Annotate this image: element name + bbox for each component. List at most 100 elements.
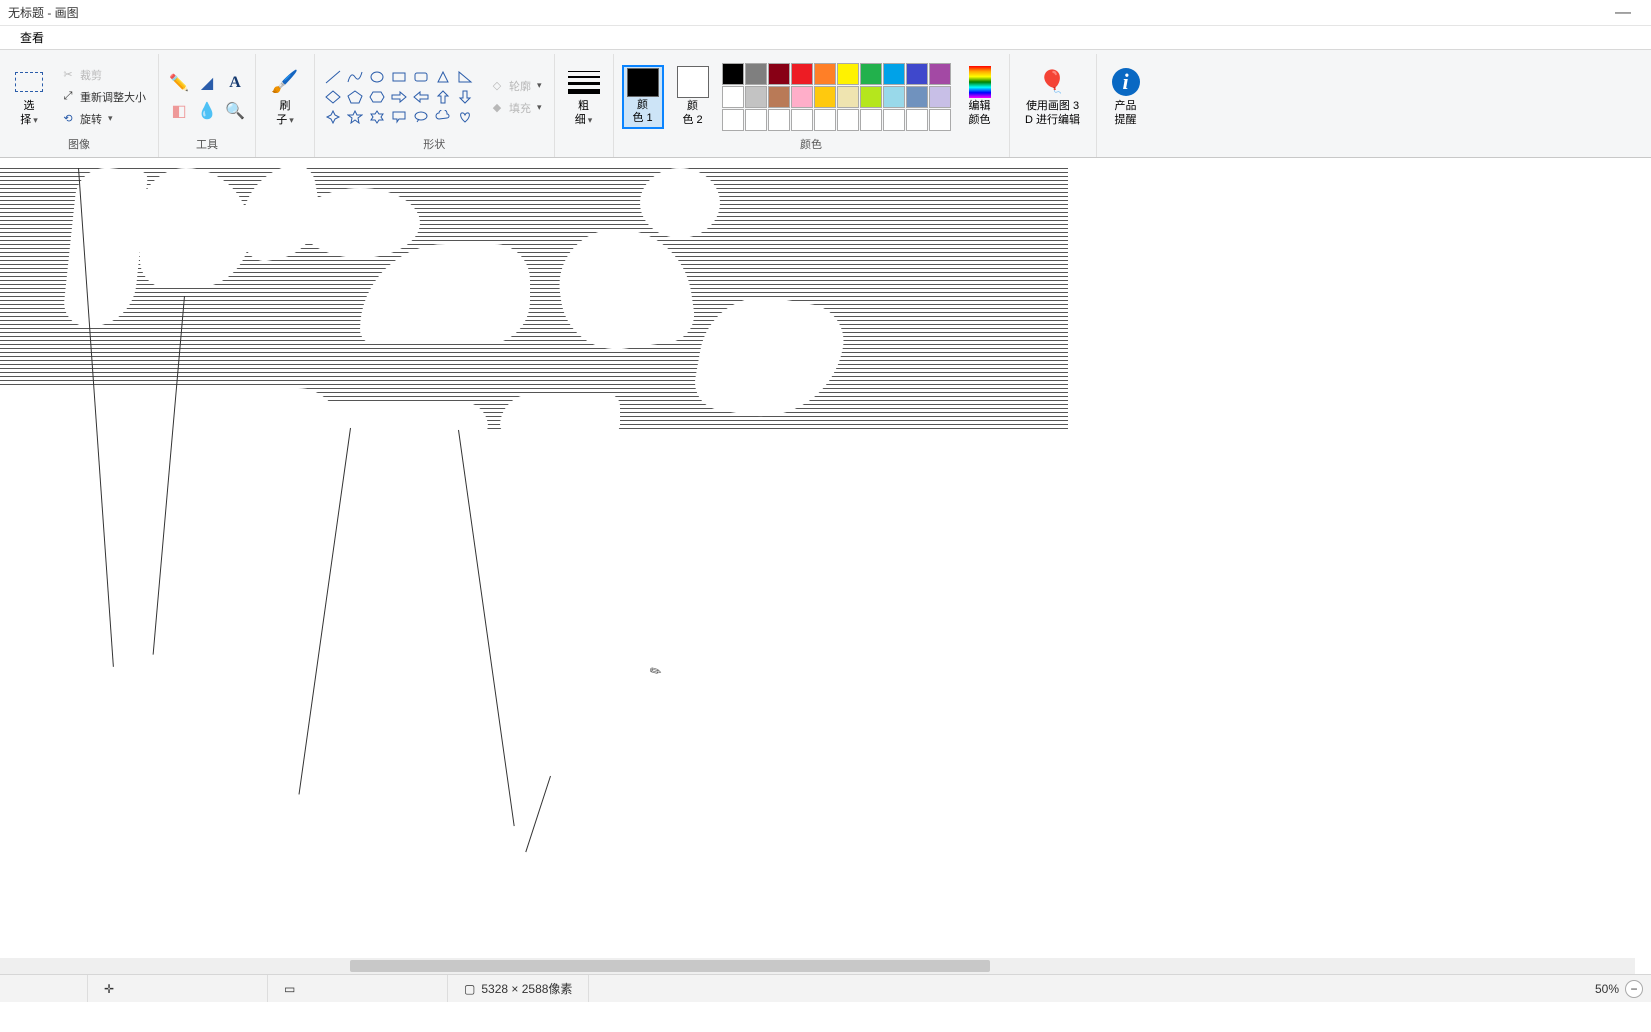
- outline-icon: ◇: [489, 78, 505, 94]
- titlebar: 无标题 - 画图 —: [0, 0, 1651, 26]
- color-swatch[interactable]: [814, 86, 836, 108]
- shapes-gallery[interactable]: [323, 68, 475, 126]
- shape-arrow-u[interactable]: [433, 88, 453, 106]
- color-swatch[interactable]: [906, 63, 928, 85]
- zoom-control: 50% −: [1595, 980, 1643, 998]
- color-swatch[interactable]: [722, 86, 744, 108]
- shape-oval[interactable]: [367, 68, 387, 86]
- text-tool[interactable]: A: [223, 71, 247, 95]
- color-swatch[interactable]: [814, 63, 836, 85]
- shape-line[interactable]: [323, 68, 343, 86]
- color-swatch[interactable]: [791, 63, 813, 85]
- paint3d-button[interactable]: 🎈 使用画图 3 D 进行编辑: [1018, 65, 1088, 129]
- zoom-out-button[interactable]: −: [1625, 980, 1643, 998]
- color1-swatch: [627, 68, 659, 98]
- crop-button[interactable]: ✂裁剪: [56, 65, 150, 85]
- stroke-button[interactable]: 粗 细: [563, 65, 605, 129]
- resize-button[interactable]: ⤢重新调整大小: [56, 87, 150, 107]
- color-swatch[interactable]: [791, 86, 813, 108]
- eraser-tool[interactable]: ◧: [167, 99, 191, 123]
- shape-polygon[interactable]: [433, 68, 453, 86]
- horizontal-scrollbar[interactable]: [0, 958, 1635, 974]
- shape-heart[interactable]: [455, 108, 475, 126]
- group-stroke: 粗 细: [555, 54, 614, 157]
- group-shapes-label: 形状: [423, 135, 445, 153]
- color-swatch[interactable]: [745, 109, 767, 131]
- cursor-pencil-icon: ✎: [647, 661, 666, 682]
- color-swatch[interactable]: [768, 86, 790, 108]
- color-swatch[interactable]: [768, 63, 790, 85]
- color-swatch[interactable]: [814, 109, 836, 131]
- shape-rect[interactable]: [389, 68, 409, 86]
- color-swatch[interactable]: [929, 109, 951, 131]
- color-swatch[interactable]: [883, 86, 905, 108]
- shape-diamond[interactable]: [323, 88, 343, 106]
- color-swatch[interactable]: [860, 109, 882, 131]
- menu-view[interactable]: 查看: [12, 27, 52, 48]
- scrollbar-thumb[interactable]: [350, 960, 990, 972]
- fill-button[interactable]: ◆填充: [485, 98, 546, 118]
- select-icon: [13, 66, 45, 98]
- group-brushes: 🖌️ 刷 子: [256, 54, 315, 157]
- minimize-button[interactable]: —: [1603, 4, 1643, 22]
- color-swatch[interactable]: [906, 109, 928, 131]
- canvas-size-icon: ▢: [464, 982, 475, 996]
- window-title: 无标题 - 画图: [8, 4, 79, 21]
- outline-button[interactable]: ◇轮廓: [485, 76, 546, 96]
- fill-tool[interactable]: ◢: [195, 71, 219, 95]
- shape-callout-cloud[interactable]: [433, 108, 453, 126]
- color-swatch[interactable]: [860, 63, 882, 85]
- shape-pentagon[interactable]: [345, 88, 365, 106]
- color-swatch[interactable]: [860, 86, 882, 108]
- status-cursor-pos: ✛: [88, 975, 268, 1002]
- magnifier-tool[interactable]: 🔍: [223, 99, 247, 123]
- resize-icon: ⤢: [60, 89, 76, 105]
- shape-star5[interactable]: [345, 108, 365, 126]
- color-swatch[interactable]: [906, 86, 928, 108]
- statusbar: ✛ ▭ ▢ 5328 × 2588像素 50% −: [0, 974, 1651, 1002]
- shape-star6[interactable]: [367, 108, 387, 126]
- color-swatch[interactable]: [722, 109, 744, 131]
- color-swatch[interactable]: [929, 86, 951, 108]
- group-tools: ✏️ ◢ A ◧ 💧 🔍 工具: [159, 54, 256, 157]
- shape-arrow-l[interactable]: [411, 88, 431, 106]
- edit-colors-button[interactable]: 编辑 颜色: [959, 65, 1001, 129]
- group-shapes: ◇轮廓 ◆填充 形状: [315, 54, 555, 157]
- color-swatch[interactable]: [745, 86, 767, 108]
- shape-callout-rect[interactable]: [389, 108, 409, 126]
- product-alert-button[interactable]: i 产品 提醒: [1105, 65, 1147, 129]
- picker-tool[interactable]: 💧: [195, 99, 219, 123]
- color-swatch[interactable]: [883, 63, 905, 85]
- color2-button[interactable]: 颜 色 2: [672, 65, 714, 129]
- shape-triangle[interactable]: [455, 68, 475, 86]
- color-swatch[interactable]: [745, 63, 767, 85]
- group-tools-label: 工具: [196, 135, 218, 153]
- color-swatch[interactable]: [791, 109, 813, 131]
- brush-icon: 🖌️: [269, 66, 301, 98]
- info-icon: i: [1112, 68, 1140, 96]
- color-swatch[interactable]: [768, 109, 790, 131]
- status-selection: ▭: [268, 975, 448, 1002]
- menubar: 查看: [0, 26, 1651, 50]
- shape-hexagon[interactable]: [367, 88, 387, 106]
- shape-star4[interactable]: [323, 108, 343, 126]
- color-swatch[interactable]: [883, 109, 905, 131]
- pencil-tool[interactable]: ✏️: [167, 71, 191, 95]
- group-paint3d: 🎈 使用画图 3 D 进行编辑: [1010, 54, 1097, 157]
- color-swatch[interactable]: [837, 109, 859, 131]
- shape-arrow-d[interactable]: [455, 88, 475, 106]
- rotate-button[interactable]: ⟲旋转: [56, 109, 150, 129]
- color-swatch[interactable]: [837, 86, 859, 108]
- brushes-button[interactable]: 🖌️ 刷 子: [264, 65, 306, 129]
- group-colors-label: 颜色: [800, 135, 822, 153]
- shape-roundrect[interactable]: [411, 68, 431, 86]
- shape-arrow-r[interactable]: [389, 88, 409, 106]
- color1-button[interactable]: 颜 色 1: [622, 65, 664, 129]
- color-swatch[interactable]: [929, 63, 951, 85]
- shape-callout-oval[interactable]: [411, 108, 431, 126]
- color-swatch[interactable]: [722, 63, 744, 85]
- color-swatch[interactable]: [837, 63, 859, 85]
- select-button[interactable]: 选 择: [8, 65, 50, 129]
- canvas[interactable]: ✎: [0, 158, 1651, 974]
- shape-curve[interactable]: [345, 68, 365, 86]
